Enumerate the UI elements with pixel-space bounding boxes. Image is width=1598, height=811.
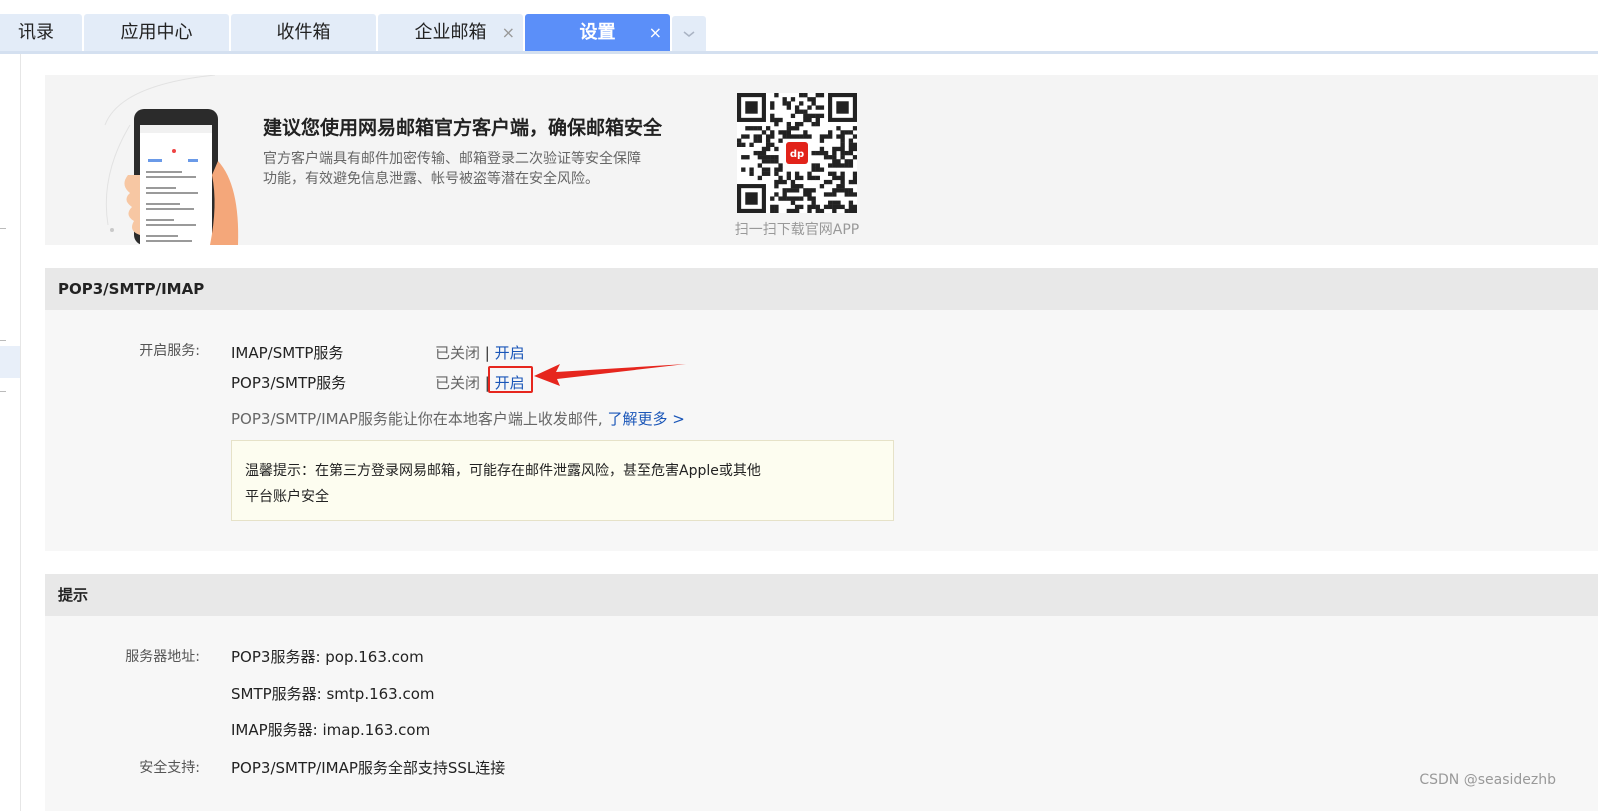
tab-bar: 讯录 应用中心 收件箱 企业邮箱 × 设置 × (0, 0, 1598, 54)
tip-line: 温馨提示：在第三方登录网易邮箱，可能存在邮件泄露风险，甚至危害Apple或其他 (245, 463, 761, 479)
service-note-row: POP3/SMTP/IMAP服务能让你在本地客户端上收发邮件, 了解更多 > (231, 408, 685, 429)
banner-title: 建议您使用网易邮箱官方客户端，确保邮箱安全 (263, 117, 663, 139)
close-icon[interactable]: × (649, 14, 662, 52)
service-status: 已关闭 (435, 374, 481, 392)
pop3-settings-section: POP3/SMTP/IMAP 开启服务: IMAP/SMTP服务 已关闭 | 开… (45, 268, 1598, 551)
tab-app-center[interactable]: 应用中心 (84, 14, 229, 52)
server-smtp: SMTP服务器: smtp.163.com (231, 685, 435, 703)
qr-code: dp (737, 93, 858, 214)
tab-label: 讯录 (18, 22, 54, 43)
tab-label: 企业邮箱 (414, 22, 487, 43)
sidebar-item-selected[interactable] (0, 346, 20, 378)
service-name: IMAP/SMTP服务 (231, 344, 344, 362)
sidebar-divider (0, 228, 6, 229)
section-title: POP3/SMTP/IMAP (45, 268, 1598, 310)
sidebar-divider (0, 391, 6, 392)
chevron-down-icon (683, 31, 695, 37)
enable-imap-link[interactable]: 开启 (495, 344, 525, 362)
enable-service-label: 开启服务: (139, 343, 200, 359)
security-support-label: 安全支持: (139, 760, 200, 776)
tab-label: 应用中心 (120, 22, 193, 43)
server-address-label: 服务器地址: (125, 649, 200, 665)
tab-more-button[interactable] (672, 16, 706, 52)
server-imap: IMAP服务器: imap.163.com (231, 721, 431, 739)
learn-more-link[interactable]: 了解更多 > (607, 410, 684, 428)
service-status-row: 已关闭 | 开启 (435, 342, 525, 363)
service-status: 已关闭 (435, 344, 481, 362)
banner-description: 官方客户端具有邮件加密传输、邮箱登录二次验证等安全保障功能，有效避免信息泄露、帐… (263, 151, 641, 187)
tab-contacts[interactable]: 讯录 (0, 14, 82, 52)
tab-settings[interactable]: 设置 × (525, 14, 670, 52)
security-tip-box: 温馨提示：在第三方登录网易邮箱，可能存在邮件泄露风险，甚至危害Apple或其他 … (231, 440, 894, 521)
watermark: CSDN @seasidezhb (1419, 772, 1556, 788)
service-note: POP3/SMTP/IMAP服务能让你在本地客户端上收发邮件, (231, 410, 603, 428)
sidebar-divider (0, 340, 6, 341)
qr-logo-text: dp (790, 149, 804, 160)
client-promo-banner: 建议您使用网易邮箱官方客户端，确保邮箱安全 官方客户端具有邮件加密传输、邮箱登录… (45, 74, 1598, 245)
server-pop3: POP3服务器: pop.163.com (231, 648, 424, 666)
section-title: 提示 (45, 574, 1598, 616)
security-support-value: POP3/SMTP/IMAP服务全部支持SSL连接 (231, 759, 506, 777)
arrow-icon (534, 364, 686, 386)
server-info-section: 提示 服务器地址: POP3服务器: pop.163.com SMTP服务器: … (45, 574, 1598, 811)
tab-label: 收件箱 (276, 22, 331, 43)
service-name: POP3/SMTP服务 (231, 374, 347, 392)
tab-underline (0, 51, 1598, 54)
tip-line: 平台账户安全 (245, 489, 329, 505)
tab-enterprise-mail[interactable]: 企业邮箱 × (378, 14, 523, 52)
separator: | (484, 344, 490, 362)
highlight-box (488, 366, 533, 393)
tab-label: 设置 (579, 22, 616, 43)
left-sidebar (0, 54, 21, 811)
close-icon[interactable]: × (502, 14, 515, 52)
qr-caption: 扫一扫下载官网APP (734, 222, 860, 238)
tab-inbox[interactable]: 收件箱 (231, 14, 376, 52)
